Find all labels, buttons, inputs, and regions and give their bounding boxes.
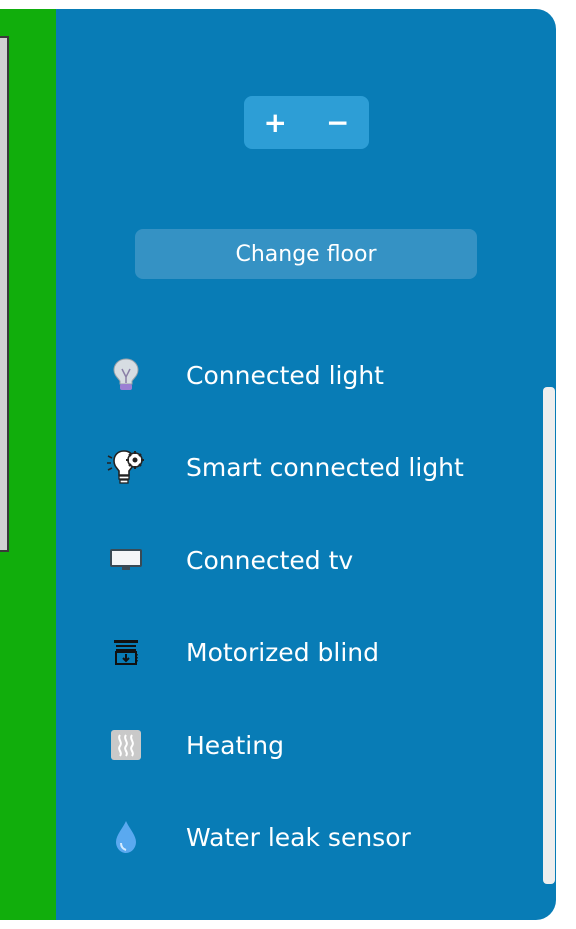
blind-icon <box>104 630 148 674</box>
zoom-controls: + − <box>244 96 369 149</box>
water-drop-icon <box>104 815 148 859</box>
device-item-connected-light[interactable]: Connected light <box>104 347 524 403</box>
device-list-scrollbar[interactable] <box>543 387 555 884</box>
heating-icon <box>104 723 148 767</box>
device-label: Connected tv <box>186 545 354 575</box>
device-label: Motorized blind <box>186 637 379 667</box>
device-label: Connected light <box>186 360 384 390</box>
light-bulb-icon <box>104 353 148 397</box>
device-label: Heating <box>186 730 284 760</box>
device-item-smart-connected-light[interactable]: Smart connected light <box>104 439 524 495</box>
map-room[interactable] <box>0 36 9 552</box>
device-item-connected-tv[interactable]: Connected tv <box>104 532 524 588</box>
tv-icon <box>104 538 148 582</box>
floor-map[interactable] <box>0 9 58 920</box>
device-label: Smart connected light <box>186 452 464 482</box>
change-floor-button[interactable]: Change floor <box>135 229 477 279</box>
device-item-heating[interactable]: Heating <box>104 717 524 773</box>
device-panel: + − Change floor Connected light Smart c… <box>56 9 556 920</box>
smart-light-gear-icon <box>104 445 148 489</box>
zoom-out-button[interactable]: − <box>307 96 370 149</box>
device-item-water-leak-sensor[interactable]: Water leak sensor <box>104 809 524 865</box>
zoom-in-button[interactable]: + <box>244 96 307 149</box>
device-item-motorized-blind[interactable]: Motorized blind <box>104 624 524 680</box>
device-label: Water leak sensor <box>186 822 411 852</box>
